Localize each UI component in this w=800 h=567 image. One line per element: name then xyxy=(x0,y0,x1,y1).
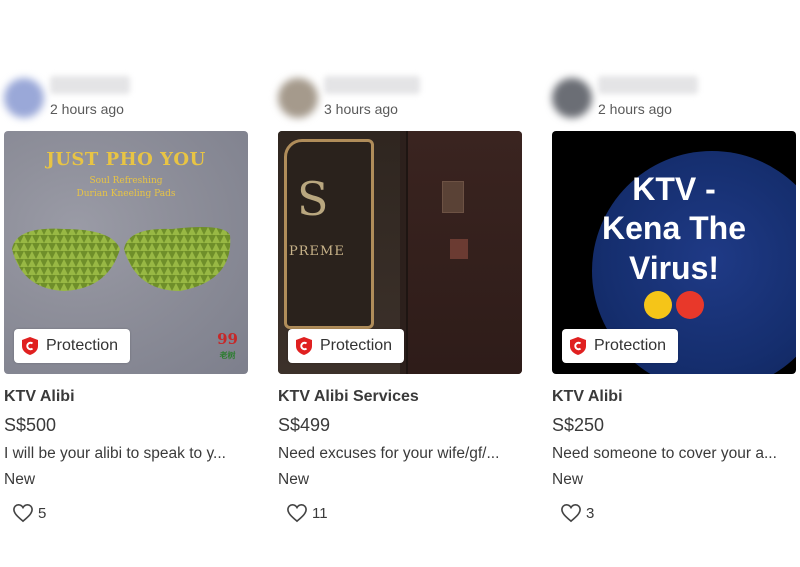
door-plate xyxy=(450,239,468,259)
seller-avatar[interactable] xyxy=(4,78,44,118)
shield-check-icon xyxy=(22,337,38,355)
protection-label: Protection xyxy=(46,337,119,354)
like-button[interactable]: 3 xyxy=(552,503,800,523)
listing-price: S$499 xyxy=(278,415,331,435)
protection-label: Protection xyxy=(594,337,667,354)
heart-outline-icon[interactable] xyxy=(286,503,308,523)
heart-outline-icon[interactable] xyxy=(12,503,34,523)
listing-card[interactable]: 2 hours ago JUST PHO YOU Soul Refreshing… xyxy=(4,72,252,523)
protection-badge: Protection xyxy=(14,329,131,363)
seller-avatar[interactable] xyxy=(552,78,592,118)
seller-info: 3 hours ago xyxy=(278,72,526,124)
photo-text-line: Virus! xyxy=(628,250,720,286)
listing-condition: New xyxy=(552,471,584,488)
protection-label: Protection xyxy=(320,337,393,354)
listing-price: S$250 xyxy=(552,415,605,435)
seller-name-redacted xyxy=(598,76,698,94)
seller-info: 2 hours ago xyxy=(4,72,252,124)
listing-photo[interactable]: KTV - Kena The Virus! Protection xyxy=(552,131,796,374)
protection-badge: Protection xyxy=(562,329,679,363)
listing-description: Need excuses for your wife/gf/... xyxy=(278,445,500,462)
shield-check-icon xyxy=(296,337,312,355)
like-button[interactable]: 5 xyxy=(4,503,252,523)
listing-condition: New xyxy=(278,471,310,488)
listing-title[interactable]: KTV Alibi xyxy=(552,388,800,406)
seller-avatar[interactable] xyxy=(278,78,318,118)
like-count: 11 xyxy=(312,504,328,522)
photo-text-line: Kena The xyxy=(601,210,747,246)
seller-info: 2 hours ago xyxy=(552,72,800,124)
listing-price: S$500 xyxy=(4,415,57,435)
seller-name-redacted xyxy=(324,76,420,94)
photo-text-line: KTV - xyxy=(632,171,716,207)
listing-title[interactable]: KTV Alibi Services xyxy=(278,388,526,406)
listing-card[interactable]: 2 hours ago KTV - Kena The Virus! Protec… xyxy=(552,72,800,523)
heart-outline-icon[interactable] xyxy=(560,503,582,523)
laughing-emoji-icon xyxy=(644,291,672,319)
door-plate xyxy=(442,181,464,213)
posted-time: 2 hours ago xyxy=(50,101,124,117)
listing-condition: New xyxy=(4,471,36,488)
like-button[interactable]: 11 xyxy=(278,503,526,523)
posted-time: 3 hours ago xyxy=(324,101,398,117)
like-count: 3 xyxy=(586,504,595,522)
like-count: 5 xyxy=(38,504,47,522)
protection-badge: Protection xyxy=(288,329,405,363)
listing-title[interactable]: KTV Alibi xyxy=(4,388,252,406)
angry-emoji-icon xyxy=(676,291,704,319)
listing-card[interactable]: 3 hours ago S PREME Protection KTV Alibi… xyxy=(278,72,526,523)
posted-time: 2 hours ago xyxy=(598,101,672,117)
listing-photo[interactable]: S PREME Protection xyxy=(278,131,522,374)
venue-sign: S PREME xyxy=(284,139,374,329)
listing-description: Need someone to cover your a... xyxy=(552,445,777,462)
listing-photo[interactable]: JUST PHO YOU Soul Refreshing Durian Knee… xyxy=(4,131,248,374)
shield-check-icon xyxy=(570,337,586,355)
seller-name-redacted xyxy=(50,76,130,94)
listing-description: I will be your alibi to speak to y... xyxy=(4,445,226,462)
brand-logo: 99 老树 xyxy=(217,330,238,360)
